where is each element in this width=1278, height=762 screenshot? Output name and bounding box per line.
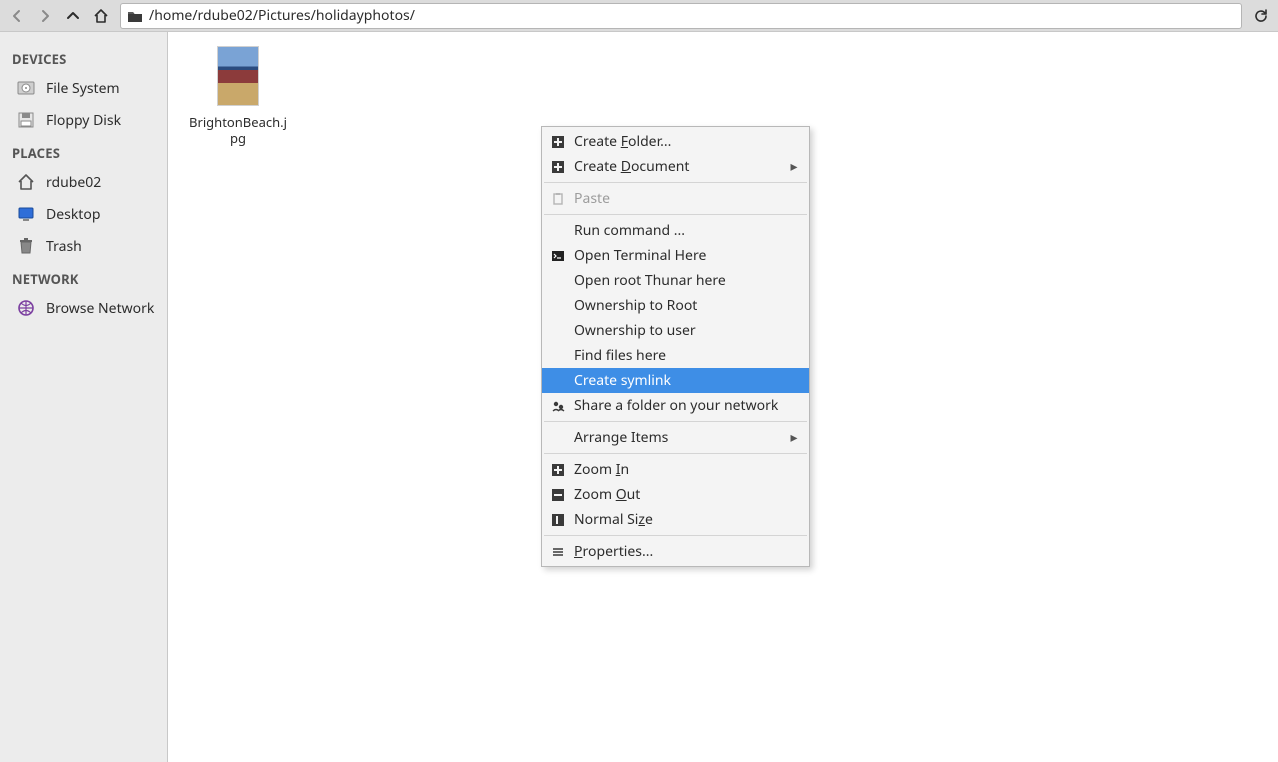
home-icon — [16, 172, 36, 192]
arrow-up-icon — [65, 8, 81, 24]
context-menu-item-open-terminal-here[interactable]: Open Terminal Here — [542, 243, 809, 268]
blank-icon — [550, 323, 566, 339]
file-name: BrightonBeach.j pg — [188, 114, 288, 147]
reload-icon — [1253, 8, 1269, 24]
properties-icon — [550, 544, 566, 560]
context-menu-item-open-root-thunar-here[interactable]: Open root Thunar here — [542, 268, 809, 293]
context-menu-item-label: Zoom Out — [574, 485, 799, 504]
sidebar-item-floppy-disk[interactable]: Floppy Disk — [0, 104, 167, 136]
context-menu-item-properties[interactable]: Properties... — [542, 539, 809, 564]
context-menu-separator — [544, 182, 807, 183]
forward-button[interactable] — [32, 3, 58, 29]
submenu-arrow-icon: ▸ — [789, 428, 799, 447]
submenu-arrow-icon: ▸ — [789, 157, 799, 176]
file-thumbnail — [217, 46, 259, 106]
sidebar-item-label: Desktop — [46, 205, 100, 224]
arrow-left-icon — [9, 8, 25, 24]
blank-icon — [550, 348, 566, 364]
context-menu-item-run-command[interactable]: Run command ... — [542, 218, 809, 243]
context-menu-item-normal-size[interactable]: Normal Size — [542, 507, 809, 532]
context-menu-item-label: Create Folder... — [574, 132, 799, 151]
blank-icon — [550, 298, 566, 314]
context-menu-item-arrange-items[interactable]: Arrange Items ▸ — [542, 425, 809, 450]
clipboard-icon — [550, 191, 566, 207]
drive-icon — [16, 78, 36, 98]
terminal-icon — [550, 248, 566, 264]
context-menu-item-label: Find files here — [574, 346, 799, 365]
context-menu-item-ownership-to-user[interactable]: Ownership to user — [542, 318, 809, 343]
context-menu-item-label: Arrange Items — [574, 428, 781, 447]
toolbar: /home/rdube02/Pictures/holidayphotos/ — [0, 0, 1278, 32]
context-menu-item-find-files-here[interactable]: Find files here — [542, 343, 809, 368]
blank-icon — [550, 373, 566, 389]
location-bar[interactable]: /home/rdube02/Pictures/holidayphotos/ — [120, 3, 1242, 29]
home-icon — [93, 8, 109, 24]
context-menu-item-create-folder[interactable]: Create Folder... — [542, 129, 809, 154]
home-button[interactable] — [88, 3, 114, 29]
sidebar-header-places: PLACES — [0, 136, 167, 166]
desktop-icon — [16, 204, 36, 224]
context-menu-item-label: Ownership to user — [574, 321, 799, 340]
floppy-icon — [16, 110, 36, 130]
context-menu-item-label: Share a folder on your network — [574, 396, 799, 415]
blank-icon — [550, 430, 566, 446]
sidebar-header-devices: DEVICES — [0, 42, 167, 72]
blank-icon — [550, 273, 566, 289]
sidebar-item-home[interactable]: rdube02 — [0, 166, 167, 198]
sidebar-item-label: Floppy Disk — [46, 111, 121, 130]
context-menu-item-label: Create symlink — [574, 371, 799, 390]
normalsize-icon — [550, 512, 566, 528]
zoomminus-icon — [550, 487, 566, 503]
context-menu-item-zoom-in[interactable]: Zoom In — [542, 457, 809, 482]
context-menu-item-label: Create Document — [574, 157, 781, 176]
network-icon — [16, 298, 36, 318]
up-button[interactable] — [60, 3, 86, 29]
sidebar-item-file-system[interactable]: File System — [0, 72, 167, 104]
context-menu-item-share-a-folder-on-your-network[interactable]: Share a folder on your network — [542, 393, 809, 418]
context-menu-item-label: Open Terminal Here — [574, 246, 799, 265]
sidebar-item-trash[interactable]: Trash — [0, 230, 167, 262]
sidebar-item-label: Browse Network — [46, 299, 154, 318]
sidebar: DEVICES File System Floppy Disk PLACES r… — [0, 32, 168, 762]
context-menu-separator — [544, 214, 807, 215]
file-item[interactable]: BrightonBeach.j pg — [188, 46, 288, 147]
reload-button[interactable] — [1248, 3, 1274, 29]
context-menu-item-create-symlink[interactable]: Create symlink — [542, 368, 809, 393]
context-menu-item-label: Zoom In — [574, 460, 799, 479]
zoomplus-icon — [550, 462, 566, 478]
back-button[interactable] — [4, 3, 30, 29]
sidebar-item-label: Trash — [46, 237, 82, 256]
context-menu-item-label: Normal Size — [574, 510, 799, 529]
content-area[interactable]: BrightonBeach.j pg Create Folder...Creat… — [168, 32, 1278, 762]
trash-icon — [16, 236, 36, 256]
context-menu-item-paste: Paste — [542, 186, 809, 211]
sidebar-item-desktop[interactable]: Desktop — [0, 198, 167, 230]
plus-icon — [550, 159, 566, 175]
location-path: /home/rdube02/Pictures/holidayphotos/ — [149, 6, 1235, 25]
context-menu-item-create-document[interactable]: Create Document ▸ — [542, 154, 809, 179]
sidebar-item-label: rdube02 — [46, 173, 101, 192]
context-menu-item-ownership-to-root[interactable]: Ownership to Root — [542, 293, 809, 318]
arrow-right-icon — [37, 8, 53, 24]
context-menu-item-label: Paste — [574, 189, 799, 208]
sidebar-item-label: File System — [46, 79, 120, 98]
context-menu-item-label: Run command ... — [574, 221, 799, 240]
context-menu-separator — [544, 453, 807, 454]
context-menu-separator — [544, 421, 807, 422]
plus-icon — [550, 134, 566, 150]
context-menu-item-label: Open root Thunar here — [574, 271, 799, 290]
sidebar-item-browse-network[interactable]: Browse Network — [0, 292, 167, 324]
folder-icon — [127, 8, 143, 24]
context-menu-separator — [544, 535, 807, 536]
context-menu-item-label: Properties... — [574, 542, 799, 561]
share-icon — [550, 398, 566, 414]
sidebar-header-network: NETWORK — [0, 262, 167, 292]
context-menu-item-zoom-out[interactable]: Zoom Out — [542, 482, 809, 507]
context-menu-item-label: Ownership to Root — [574, 296, 799, 315]
blank-icon — [550, 223, 566, 239]
context-menu: Create Folder... Create Document ▸ Paste Run… — [541, 126, 810, 567]
